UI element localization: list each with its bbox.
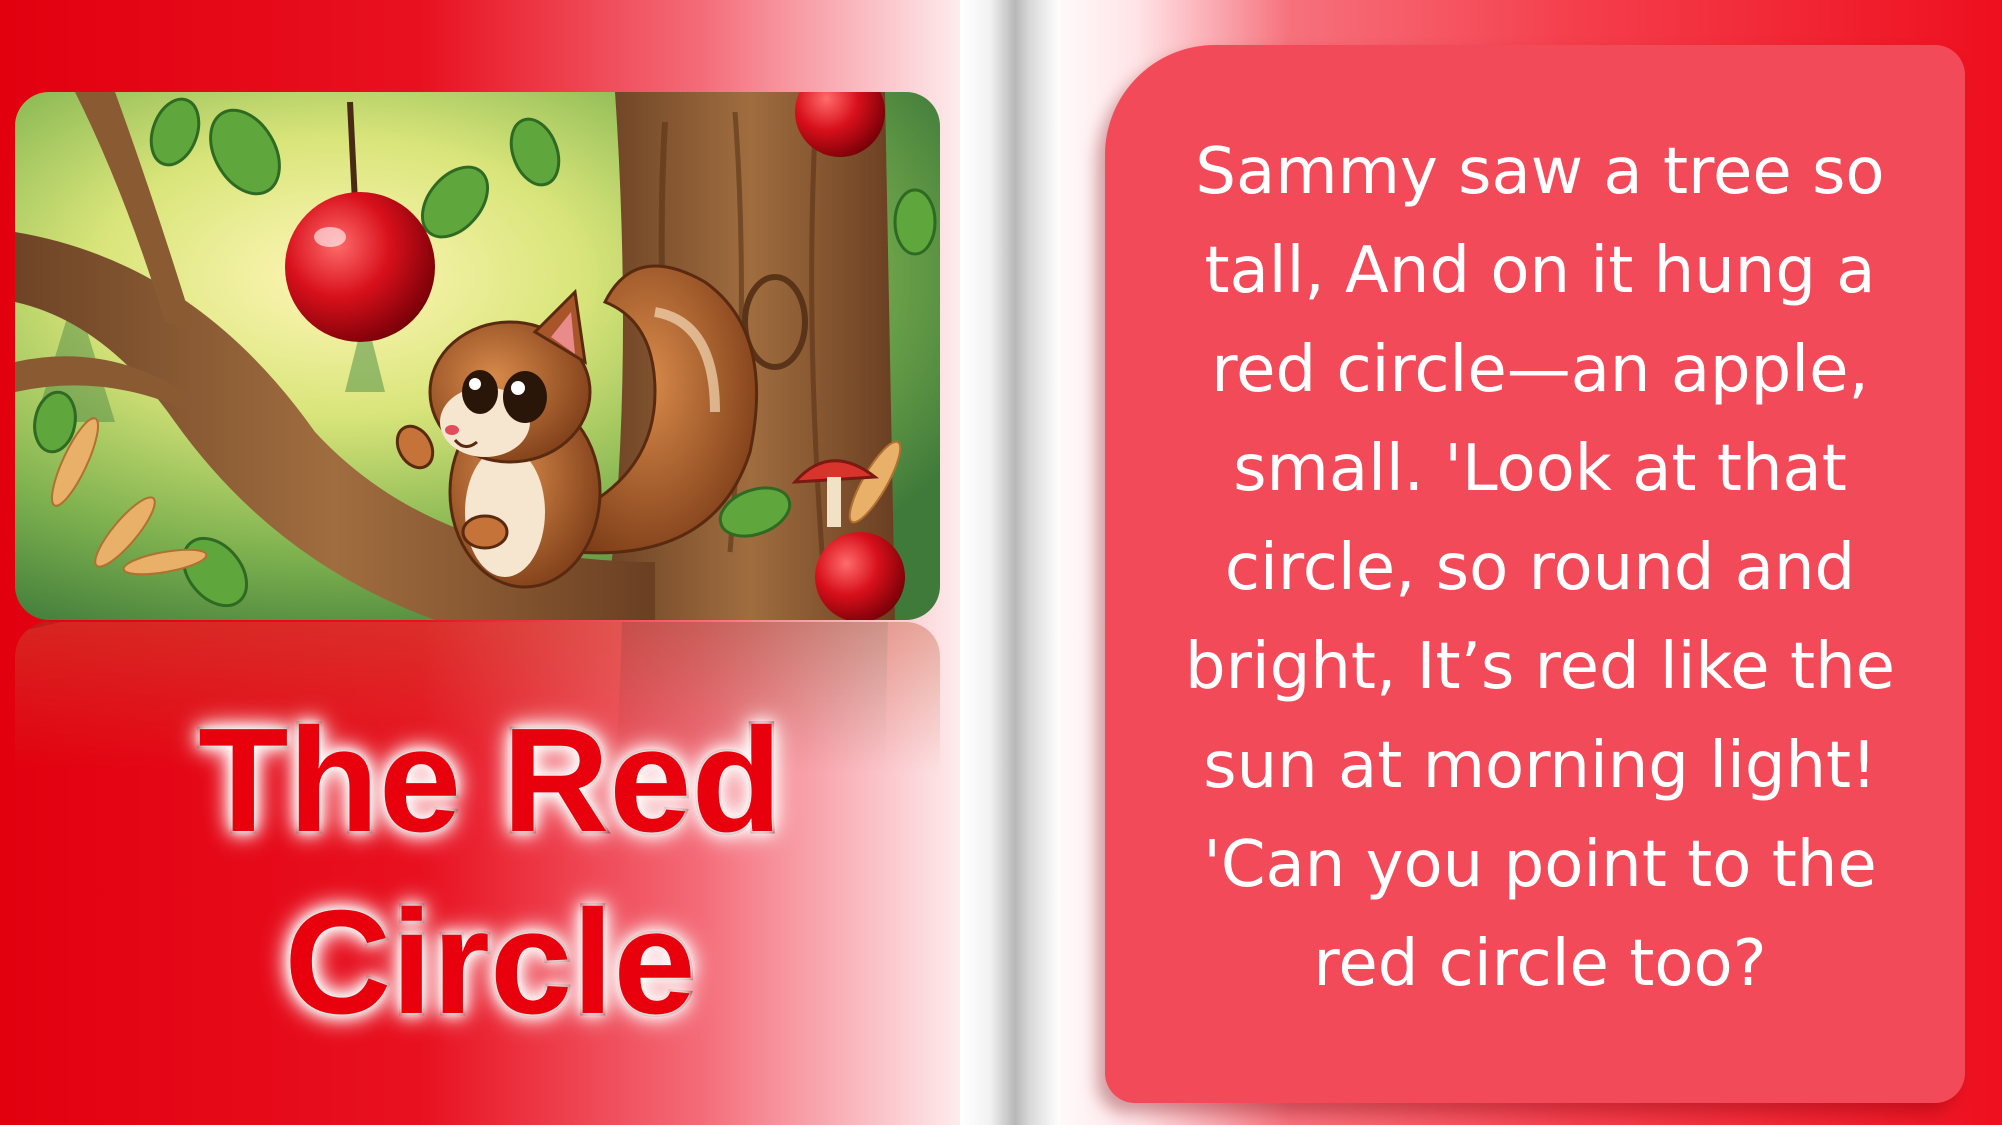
title-line-1: The Red: [196, 696, 785, 866]
book-title: The Red Circle: [40, 690, 940, 1054]
title-line-2: Circle: [282, 878, 698, 1048]
story-text-card: Sammy saw a tree so tall, And on it hung…: [1105, 45, 1965, 1103]
story-text: Sammy saw a tree so tall, And on it hung…: [1184, 135, 1896, 1001]
squirrel-apple-illustration: [15, 92, 940, 620]
book-spine: [960, 0, 1060, 1125]
